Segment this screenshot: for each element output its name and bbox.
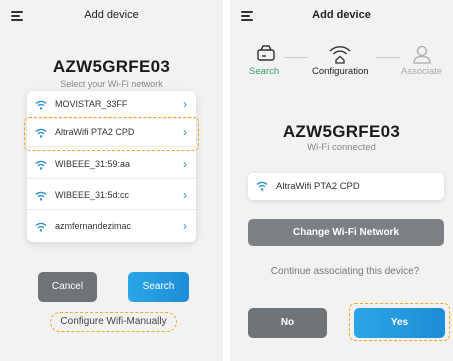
network-ssid: WIBEEE_31:5d:cc (55, 190, 130, 200)
wifi-icon (35, 160, 47, 170)
step-configuration-label: Configuration (312, 66, 369, 77)
device-name: AZW5GRFE03 (282, 122, 401, 141)
configure-wifi-manually-link[interactable]: Configure Wifi-Manually (50, 312, 177, 332)
device-name: AZW5GRFE03 (52, 57, 171, 76)
page-title: Add device (312, 9, 371, 21)
step-connector (284, 57, 308, 58)
selected-network-highlight (24, 117, 199, 151)
no-button[interactable]: No (248, 308, 327, 338)
network-list: MOVISTAR_33FF › AltraWifi PTA2 CPD › WIB… (27, 91, 196, 242)
wifi-icon (35, 222, 47, 232)
wifi-icon (35, 191, 47, 201)
wifi-select-screen: Add device AZW5GRFE03 Select your Wi-Fi … (0, 0, 223, 361)
chevron-right-icon: › (183, 97, 187, 111)
wifi-icon (256, 181, 268, 191)
user-icon (413, 45, 431, 64)
network-item[interactable]: WIBEEE_31:59:aa › (27, 151, 196, 179)
network-item[interactable]: azmfernandezimac › (27, 213, 196, 241)
cancel-button[interactable]: Cancel (38, 272, 97, 302)
router-icon (257, 45, 275, 61)
yes-button[interactable]: Yes (354, 308, 445, 338)
chevron-right-icon: › (183, 157, 187, 171)
chevron-right-icon: › (183, 188, 187, 202)
wifi-home-icon (329, 46, 351, 64)
continue-question: Continue associating this device? (270, 266, 420, 277)
step-search-label: Search (249, 66, 280, 77)
wifi-icon (35, 100, 47, 110)
top-bar: Add device (0, 0, 223, 32)
search-button[interactable]: Search (128, 272, 189, 302)
connected-network: AltraWifi PTA2 CPD (248, 173, 444, 200)
top-bar: Add device (230, 0, 453, 32)
step-connector (376, 57, 400, 58)
chevron-right-icon: › (183, 219, 187, 233)
connection-status: Wi-Fi connected (307, 142, 376, 153)
wifi-connected-screen: Add device Search Configuration Associat… (230, 0, 453, 361)
subtitle: Select your Wi-Fi network (60, 79, 163, 89)
page-title: Add device (84, 9, 139, 21)
network-ssid: WIBEEE_31:59:aa (55, 159, 131, 169)
network-item[interactable]: WIBEEE_31:5d:cc › (27, 182, 196, 210)
step-associate-label: Associate (401, 66, 443, 77)
network-ssid: MOVISTAR_33FF (55, 99, 128, 109)
connected-ssid: AltraWifi PTA2 CPD (276, 181, 360, 192)
progress-stepper: Search Configuration Associate (230, 40, 453, 80)
change-wifi-network-button[interactable]: Change Wi-Fi Network (248, 219, 444, 246)
network-ssid: azmfernandezimac (55, 221, 132, 231)
network-item[interactable]: MOVISTAR_33FF › (27, 91, 196, 119)
